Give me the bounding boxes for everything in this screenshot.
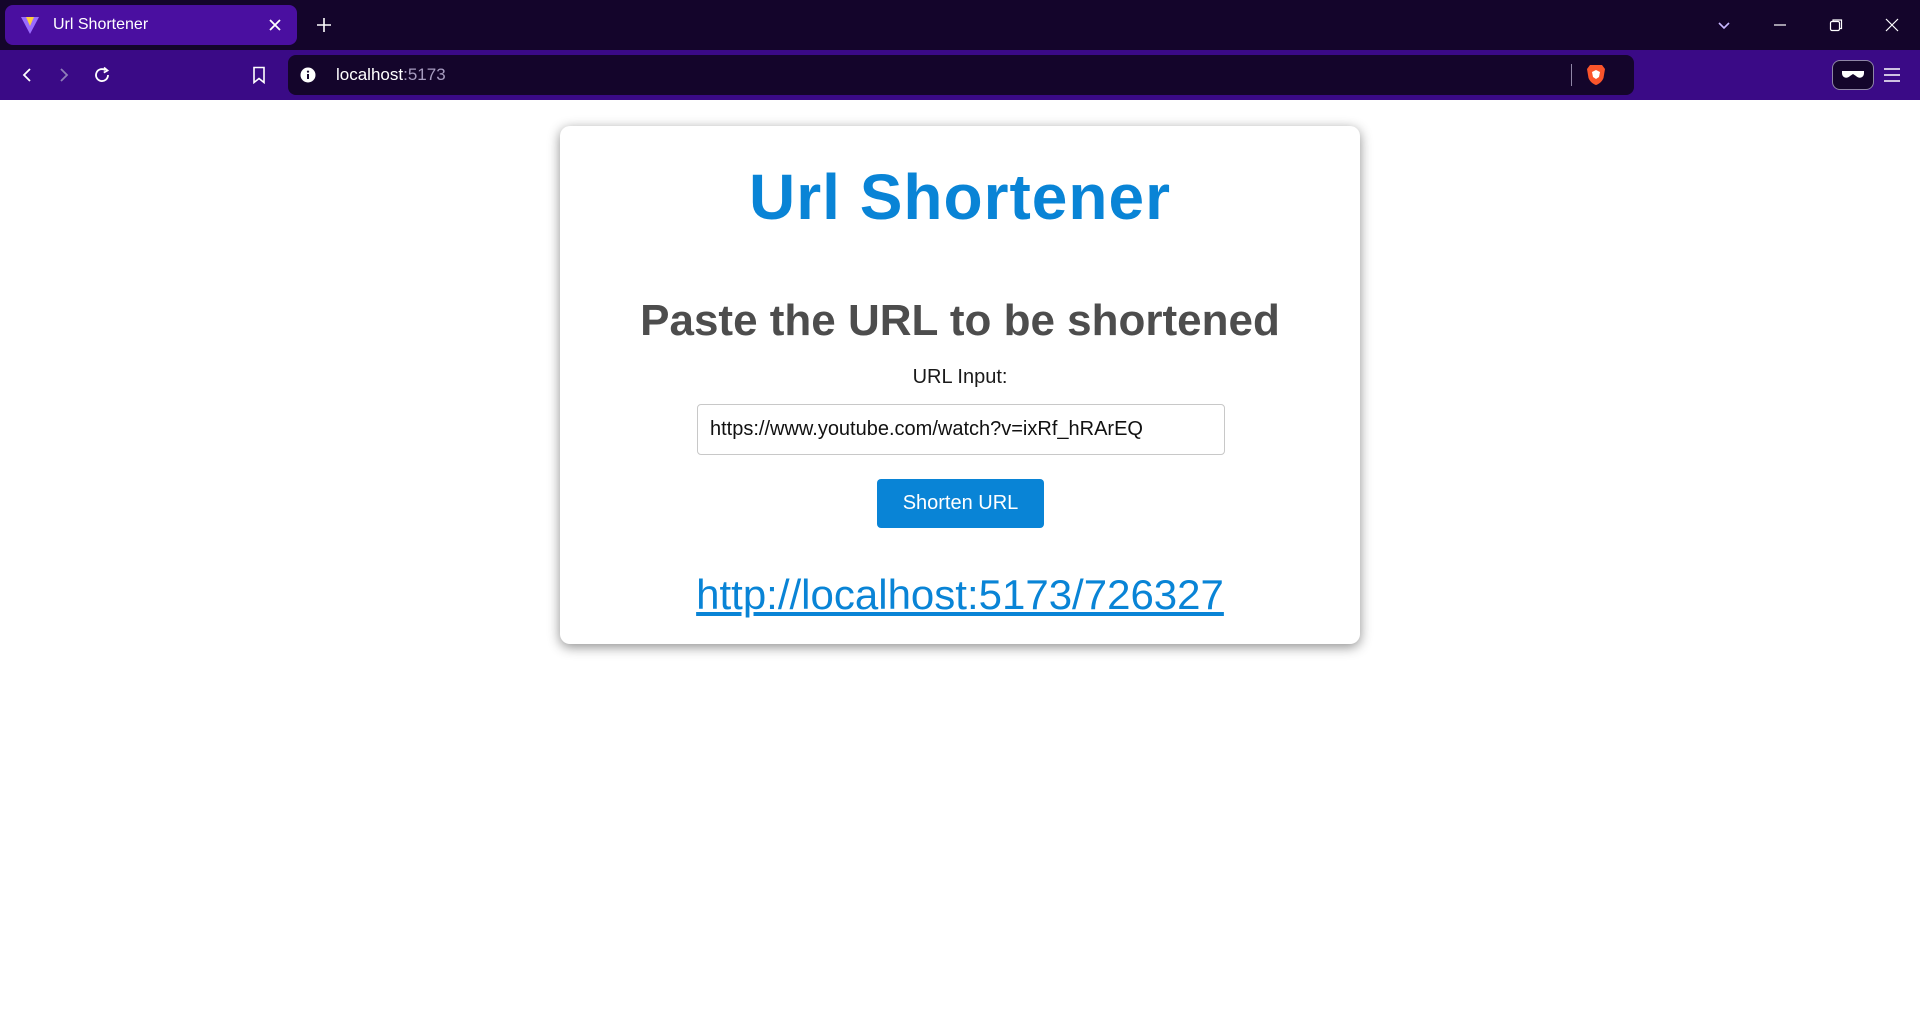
address-port: :5173 [403, 65, 446, 84]
window-controls [1696, 0, 1920, 50]
site-info-icon[interactable] [298, 65, 318, 85]
app-title: Url Shortener [749, 161, 1171, 233]
bookmark-icon[interactable] [247, 63, 271, 87]
address-host: localhost [336, 65, 404, 84]
address-bar[interactable]: localhost:5173 [288, 55, 1634, 95]
new-tab-plus-icon[interactable] [312, 13, 336, 37]
tab-title: Url Shortener [53, 16, 149, 33]
address-url: localhost:5173 [336, 55, 446, 95]
brave-wallet-glasses-icon[interactable] [1832, 60, 1874, 90]
shortener-card: Url Shortener Paste the URL to be shorte… [560, 126, 1360, 644]
hamburger-menu-icon[interactable] [1880, 63, 1904, 87]
forward-arrow-icon[interactable] [52, 63, 76, 87]
short-url-link[interactable]: http://localhost:5173/726327 [560, 571, 1360, 619]
brave-shields-lion-icon[interactable] [1584, 63, 1608, 87]
tab-close-icon[interactable] [263, 13, 287, 37]
url-input[interactable] [697, 404, 1225, 455]
browser-tab-active[interactable]: Url Shortener [5, 5, 297, 45]
browser-titlebar: Url Shortener [0, 0, 1920, 50]
restore-icon[interactable] [1808, 0, 1864, 50]
page-viewport: Url Shortener Paste the URL to be shorte… [0, 100, 1920, 1020]
url-input-label: URL Input: [912, 366, 1008, 388]
tab-list-chevron-down-icon[interactable] [1696, 0, 1752, 50]
close-window-icon[interactable] [1864, 0, 1920, 50]
shorten-url-button[interactable]: Shorten URL [877, 479, 1044, 528]
minimize-icon[interactable] [1752, 0, 1808, 50]
back-arrow-icon[interactable] [15, 63, 39, 87]
form-subtitle: Paste the URL to be shortened [640, 296, 1280, 345]
address-bar-divider [1571, 64, 1572, 86]
reload-icon[interactable] [90, 63, 114, 87]
vite-logo-icon [19, 14, 41, 36]
